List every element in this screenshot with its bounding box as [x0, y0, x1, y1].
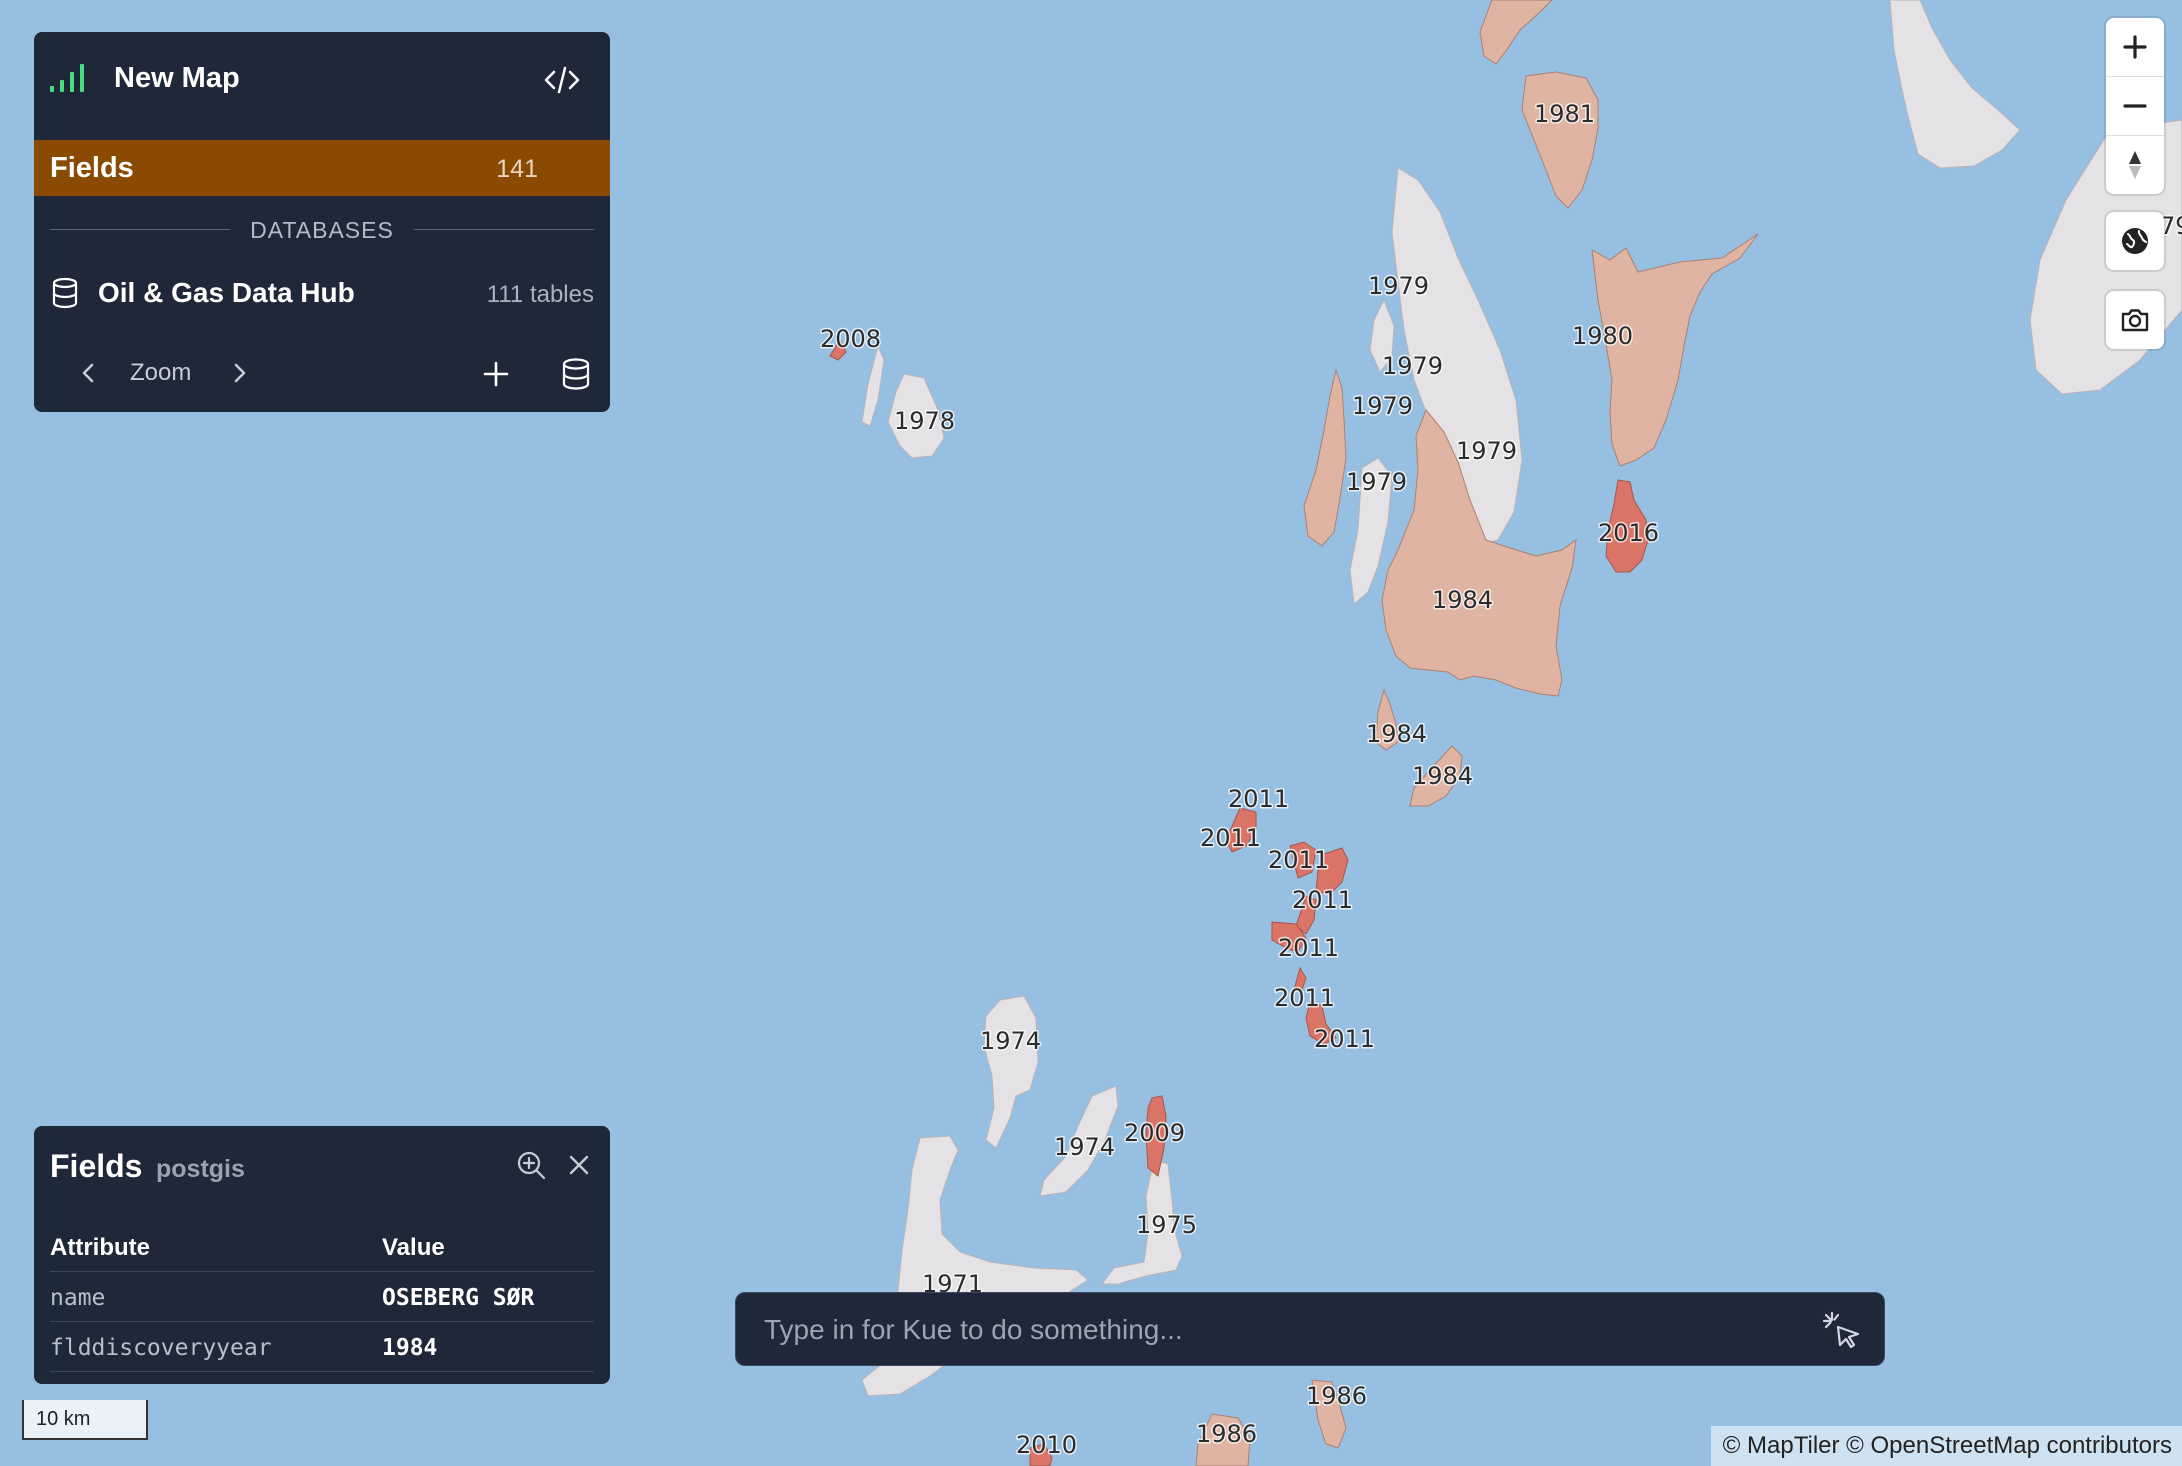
- field-label: 2011: [1200, 824, 1261, 852]
- signal-icon: [50, 64, 88, 92]
- field-label: 1979: [1368, 272, 1429, 300]
- field-label: 1984: [1366, 720, 1427, 748]
- column-header: Attribute: [50, 1234, 150, 1261]
- attribute-value: OSEBERG SØR: [382, 1285, 535, 1311]
- zoom-to-icon[interactable]: [514, 1148, 548, 1182]
- layer-item-fields[interactable]: Fields 141: [34, 140, 610, 196]
- cursor-sparkle-icon[interactable]: [1820, 1309, 1864, 1353]
- map-title[interactable]: New Map: [114, 60, 240, 96]
- panel-title: Fields: [50, 1148, 143, 1184]
- panel-subtitle: postgis: [156, 1155, 245, 1183]
- field-label: 1980: [1572, 322, 1633, 350]
- attribute-value: 1984: [382, 1335, 438, 1361]
- camera-icon: [2121, 309, 2149, 332]
- database-icon: [52, 277, 78, 309]
- scale-bar: 10 km: [22, 1400, 148, 1440]
- attribute-table: Attribute Value name OSEBERG SØR flddisc…: [50, 1222, 594, 1372]
- database-item[interactable]: Oil & Gas Data Hub 111 tables: [50, 268, 594, 318]
- layer-count: 141: [496, 155, 538, 183]
- compass-icon: [2129, 151, 2141, 179]
- feature-attributes-panel: Fields postgis Attribute Value name OSEB…: [34, 1126, 610, 1384]
- table-row: name OSEBERG SØR: [50, 1272, 594, 1322]
- database-name: Oil & Gas Data Hub: [98, 277, 355, 308]
- plus-icon[interactable]: [476, 354, 516, 394]
- field-label: 1979: [1456, 437, 1517, 465]
- field-label: 1974: [1054, 1133, 1115, 1161]
- field-label: 1979: [1352, 392, 1413, 420]
- field-label: 1984: [1412, 762, 1473, 790]
- zoom-label: Zoom: [130, 359, 192, 386]
- column-header: Value: [382, 1234, 445, 1261]
- field-label: 2010: [1016, 1431, 1077, 1459]
- field-label: 1979: [1346, 468, 1407, 496]
- close-icon[interactable]: [562, 1148, 596, 1182]
- attribute-name: name: [50, 1285, 106, 1311]
- database-icon[interactable]: [556, 354, 596, 394]
- map-attribution[interactable]: © MapTiler © OpenStreetMap contributors: [1710, 1426, 2182, 1466]
- layer-name: Fields: [50, 152, 134, 184]
- field-label: 1978: [894, 407, 955, 435]
- zoom-in-icon: [2123, 35, 2147, 59]
- screenshot-button[interactable]: [2106, 291, 2164, 349]
- zoom-controls: Zoom: [50, 348, 594, 398]
- field-label: 1979: [1382, 352, 1443, 380]
- chevron-right-icon[interactable]: [222, 356, 256, 390]
- database-table-count: 111 tables: [486, 281, 594, 308]
- field-label: 2008: [820, 325, 881, 353]
- field-label: 2011: [1228, 785, 1289, 813]
- table-row: flddiscoveryyear 1984: [50, 1322, 594, 1372]
- field-label: 1986: [1196, 1420, 1257, 1448]
- panel-header: New Map: [34, 32, 610, 140]
- databases-divider: DATABASES: [50, 210, 594, 250]
- layers-panel: New Map Fields 141 DATABASES Oil & Gas D…: [34, 32, 610, 412]
- reset-north-button[interactable]: [2106, 135, 2164, 194]
- field-label: 2016: [1598, 519, 1659, 547]
- kue-prompt-input[interactable]: [762, 1307, 1806, 1353]
- field-label: 1974: [980, 1027, 1041, 1055]
- attribute-name: flddiscoveryyear: [50, 1335, 272, 1361]
- field-label: 1986: [1306, 1382, 1367, 1410]
- field-label: 1984: [1432, 586, 1493, 614]
- globe-icon: [2122, 228, 2148, 254]
- field-label: 2009: [1124, 1119, 1185, 1147]
- field-label: 2011: [1314, 1025, 1375, 1053]
- field-label: 1981: [1534, 100, 1595, 128]
- chevron-left-icon[interactable]: [72, 356, 106, 390]
- globe-button[interactable]: [2106, 212, 2164, 270]
- screenshot-control: [2106, 291, 2164, 349]
- zoom-in-button[interactable]: [2106, 18, 2164, 76]
- field-label: 2011: [1274, 984, 1335, 1012]
- field-label: 2011: [1268, 846, 1329, 874]
- globe-control: [2106, 212, 2164, 270]
- kue-prompt-bar: [735, 1292, 1885, 1366]
- zoom-control-group: [2106, 18, 2164, 194]
- field-label: 2011: [1278, 934, 1339, 962]
- field-label: 2011: [1292, 886, 1353, 914]
- table-header-row: Attribute Value: [50, 1222, 594, 1272]
- code-icon[interactable]: [542, 62, 582, 98]
- zoom-out-icon: [2123, 104, 2147, 108]
- zoom-out-button[interactable]: [2106, 76, 2164, 135]
- field-label: 1975: [1136, 1211, 1197, 1239]
